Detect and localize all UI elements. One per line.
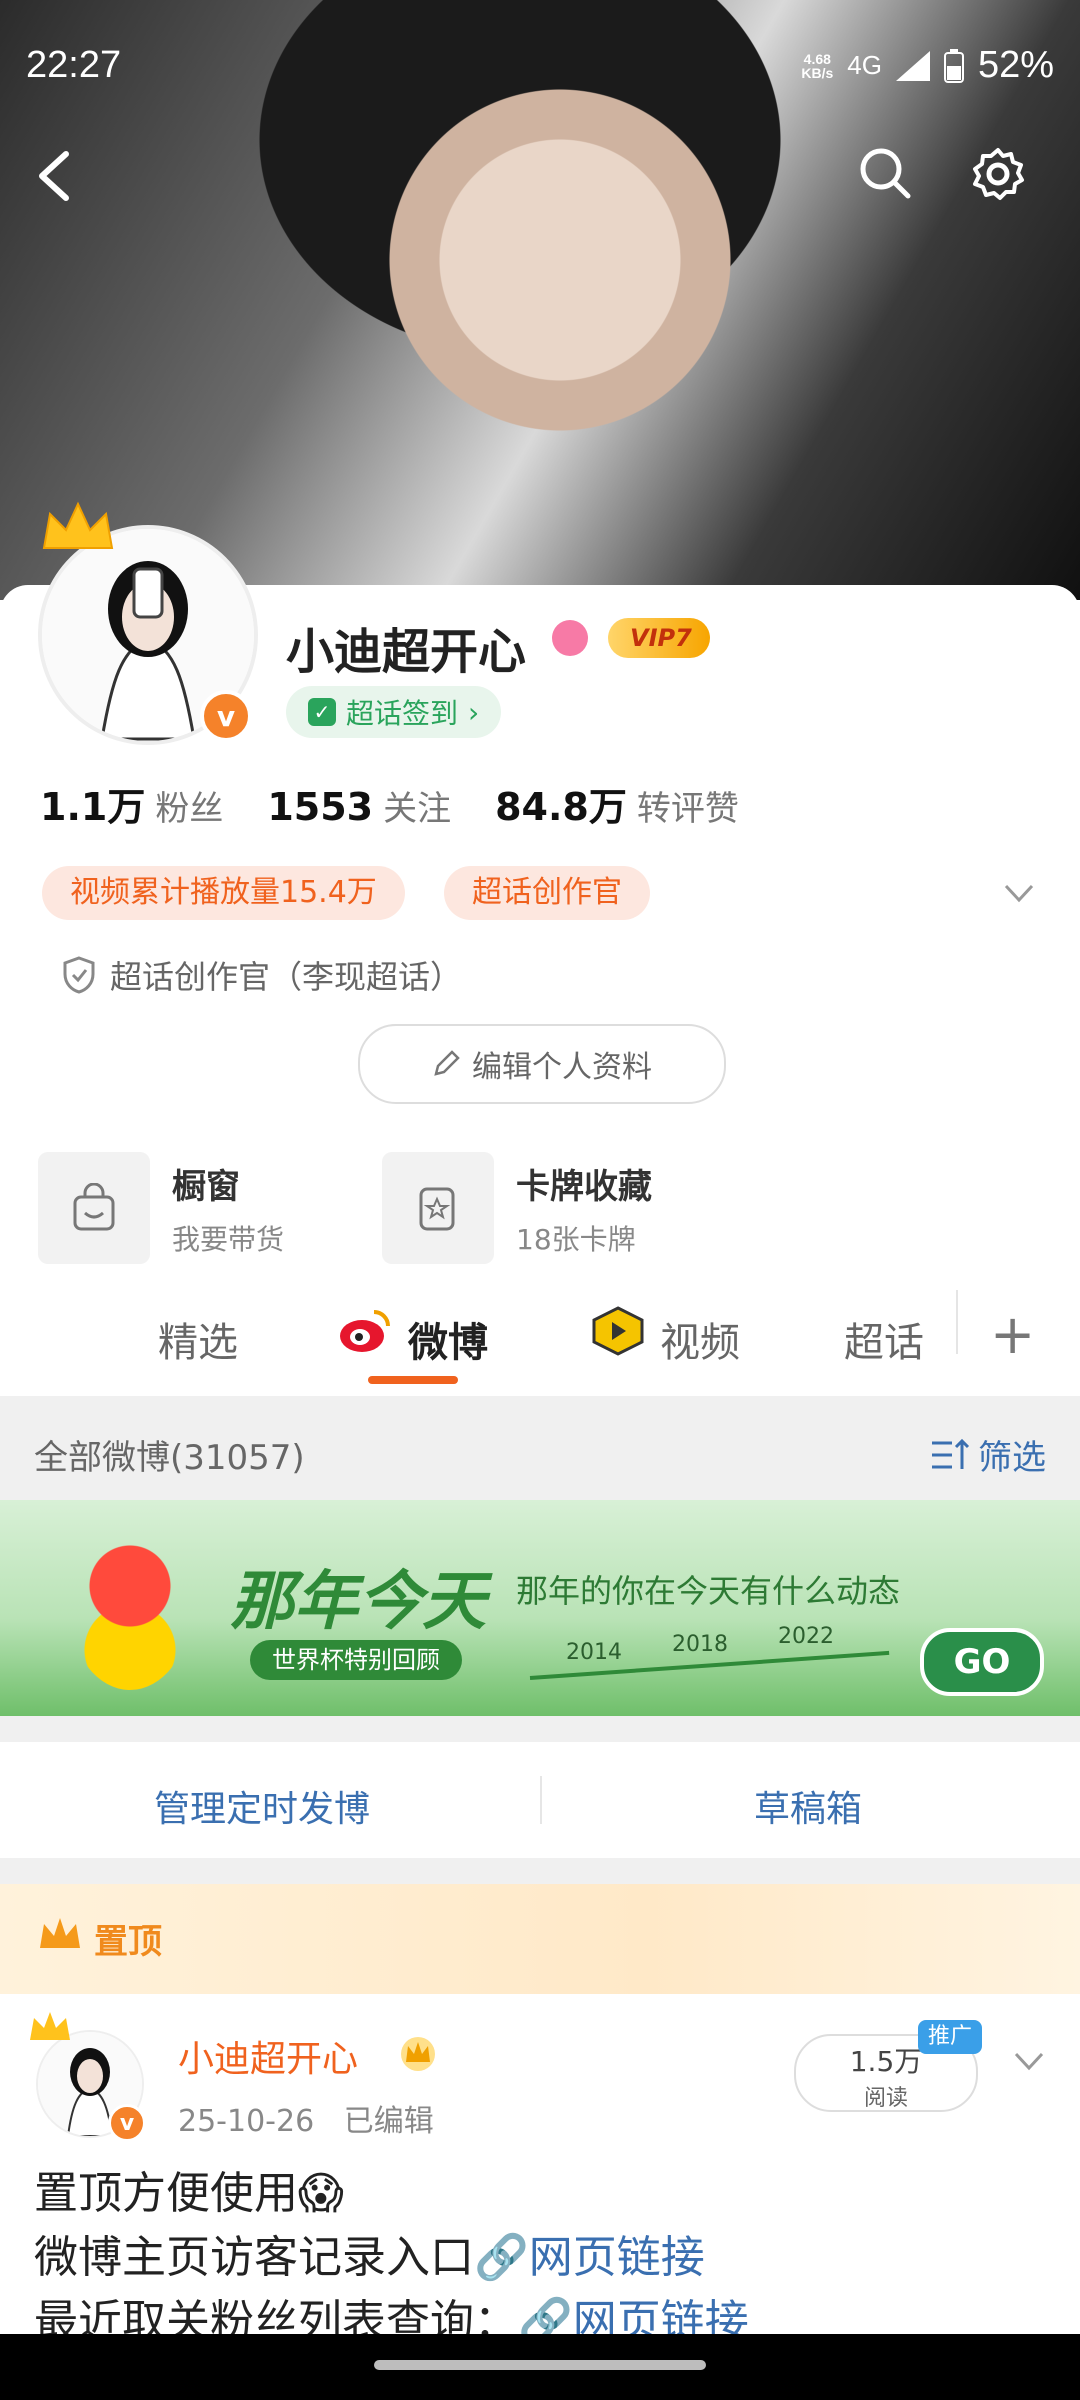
network-speed: 4.68 KB/s xyxy=(801,52,833,80)
post-edited: 已编辑 xyxy=(343,2104,434,2139)
section-gap xyxy=(0,1858,1080,1884)
tool-shop-sub: 我要带货 xyxy=(172,1222,285,1256)
post-verified-icon: v xyxy=(108,2104,146,2142)
tag-video-plays[interactable]: 视频累计播放量15.4万 xyxy=(42,866,405,920)
actions-divider xyxy=(540,1776,542,1824)
promo-year-2018: 2018 xyxy=(672,1632,728,1657)
edit-profile-button[interactable]: 编辑个人资料 xyxy=(358,1024,726,1104)
chevron-down-icon[interactable] xyxy=(1002,876,1036,910)
pinned-header xyxy=(0,1884,1080,1994)
chevron-right-icon: › xyxy=(468,695,480,729)
verified-badge-icon: v xyxy=(200,690,252,742)
filter-label: 筛选 xyxy=(978,1438,1046,1478)
network-type: 4G xyxy=(847,50,882,80)
pinned-crown-icon xyxy=(40,1918,80,1948)
super-topic-badge-icon[interactable] xyxy=(552,620,588,656)
promo-worldcup-pill: 世界杯特别回顾 xyxy=(250,1640,462,1680)
tab-featured[interactable]: 精选 xyxy=(158,1310,238,1368)
video-play-icon xyxy=(592,1306,644,1356)
promo-title: 那年今天 xyxy=(230,1565,486,1639)
promo-go-button[interactable]: GO xyxy=(920,1628,1044,1696)
post-body: 置顶方便使用😱 微博主页访客记录入口🔗网页链接 最近取关粉丝列表查询：🔗网页链接 xyxy=(34,2162,749,2354)
pencil-icon xyxy=(434,1050,460,1076)
tool-card-sub: 18张卡牌 xyxy=(516,1222,636,1256)
promo-year-2014: 2014 xyxy=(566,1640,622,1665)
tool-card-collection[interactable]: 卡牌收藏 18张卡牌 xyxy=(382,1152,652,1264)
drafts-button[interactable]: 草稿箱 xyxy=(754,1780,862,1832)
honor-row[interactable]: 超话创作官（李现超话） xyxy=(62,952,462,998)
promo-year-2022: 2022 xyxy=(778,1624,834,1649)
stat-following-label: 关注 xyxy=(383,789,452,829)
scheduled-posts-button[interactable]: 管理定时发博 xyxy=(154,1780,370,1832)
post-menu-chevron-icon[interactable] xyxy=(1012,2044,1046,2078)
tab-weibo[interactable]: 微博 xyxy=(408,1310,488,1368)
tool-card-title: 卡牌收藏 xyxy=(516,1166,652,1207)
edit-profile-label: 编辑个人资料 xyxy=(472,1050,652,1085)
promote-tag[interactable]: 推广 xyxy=(918,2020,983,2054)
tab-divider xyxy=(956,1290,958,1354)
settings-gear-icon[interactable] xyxy=(970,146,1026,202)
vip-badge[interactable]: VIP7 xyxy=(608,618,710,658)
checkin-label: 超话签到 xyxy=(346,697,459,730)
promo-subtitle: 那年的你在今天有什么动态 xyxy=(516,1572,901,1610)
net-speed-value: 4.68 xyxy=(803,50,831,67)
stat-fans[interactable]: 1.1万 粉丝 xyxy=(40,776,223,831)
calendar-check-icon: ✓ xyxy=(308,698,336,726)
shopping-bag-icon xyxy=(38,1152,150,1264)
search-icon[interactable] xyxy=(858,146,912,200)
tab-super-topic[interactable]: 超话 xyxy=(844,1310,924,1368)
back-arrow-icon[interactable] xyxy=(32,148,80,204)
post-line-2: 微博主页访客记录入口🔗网页链接 xyxy=(34,2226,749,2290)
reads-label: 阅读 xyxy=(863,2086,908,2111)
all-weibo-count[interactable]: 全部微博(31057) xyxy=(34,1430,305,1479)
profile-cover-image[interactable] xyxy=(0,0,1080,600)
weibo-mascot-image xyxy=(70,1530,190,1690)
post-meta: 25-10-26 已编辑 xyxy=(178,2096,434,2140)
stat-interactions-label: 转评赞 xyxy=(636,789,739,829)
stat-following[interactable]: 1553 关注 xyxy=(267,781,451,830)
filter-button[interactable]: 筛选 xyxy=(930,1430,1046,1479)
honor-text: 超话创作官（李现超话） xyxy=(110,958,463,996)
post-author-name[interactable]: 小迪超开心 xyxy=(178,2030,358,2082)
post-avatar-crown-icon xyxy=(30,2012,70,2040)
section-gap xyxy=(0,1716,1080,1742)
stat-following-value: 1553 xyxy=(267,785,374,829)
post-link-1[interactable]: 🔗网页链接 xyxy=(474,2232,705,2283)
net-speed-unit: KB/s xyxy=(801,64,834,81)
weibo-logo-icon xyxy=(340,1310,390,1352)
post-link-1-label: 网页链接 xyxy=(528,2232,705,2283)
profile-stats: 1.1万 粉丝 1553 关注 84.8万 转评赞 xyxy=(40,776,739,831)
author-crown-badge-icon xyxy=(401,2037,435,2071)
add-tab-plus-icon[interactable]: + xyxy=(990,1308,1035,1362)
stat-interactions-value: 84.8万 xyxy=(495,785,627,829)
tool-shop-window[interactable]: 橱窗 我要带货 xyxy=(38,1152,284,1264)
post-line-1: 置顶方便使用😱 xyxy=(34,2168,344,2219)
battery-icon xyxy=(943,48,964,83)
stat-interactions[interactable]: 84.8万 转评赞 xyxy=(495,776,739,831)
profile-name: 小迪超开心 xyxy=(286,624,527,680)
filter-sort-icon xyxy=(932,1438,970,1469)
battery-percent: 52% xyxy=(977,44,1054,86)
status-right: 4.68 KB/s 4G 52% xyxy=(801,44,1054,87)
card-star-icon xyxy=(382,1152,494,1264)
tool-shop-title: 橱窗 xyxy=(172,1166,240,1207)
pinned-label: 置顶 xyxy=(94,1922,162,1962)
stat-fans-value: 1.1万 xyxy=(40,785,146,829)
post-date: 25-10-26 xyxy=(178,2104,315,2139)
active-tab-indicator xyxy=(368,1376,458,1384)
status-time: 22:27 xyxy=(26,44,122,86)
crown-icon xyxy=(42,501,114,549)
tag-creator[interactable]: 超话创作官 xyxy=(444,866,650,920)
shield-check-icon xyxy=(63,956,95,994)
tab-video[interactable]: 视频 xyxy=(660,1310,740,1368)
home-gesture-pill[interactable] xyxy=(374,2360,706,2370)
stat-fans-label: 粉丝 xyxy=(155,789,224,829)
post-line-2-text: 微博主页访客记录入口 xyxy=(34,2232,474,2283)
signal-icon xyxy=(895,50,930,81)
super-topic-checkin-button[interactable]: ✓ 超话签到 › xyxy=(286,686,502,738)
